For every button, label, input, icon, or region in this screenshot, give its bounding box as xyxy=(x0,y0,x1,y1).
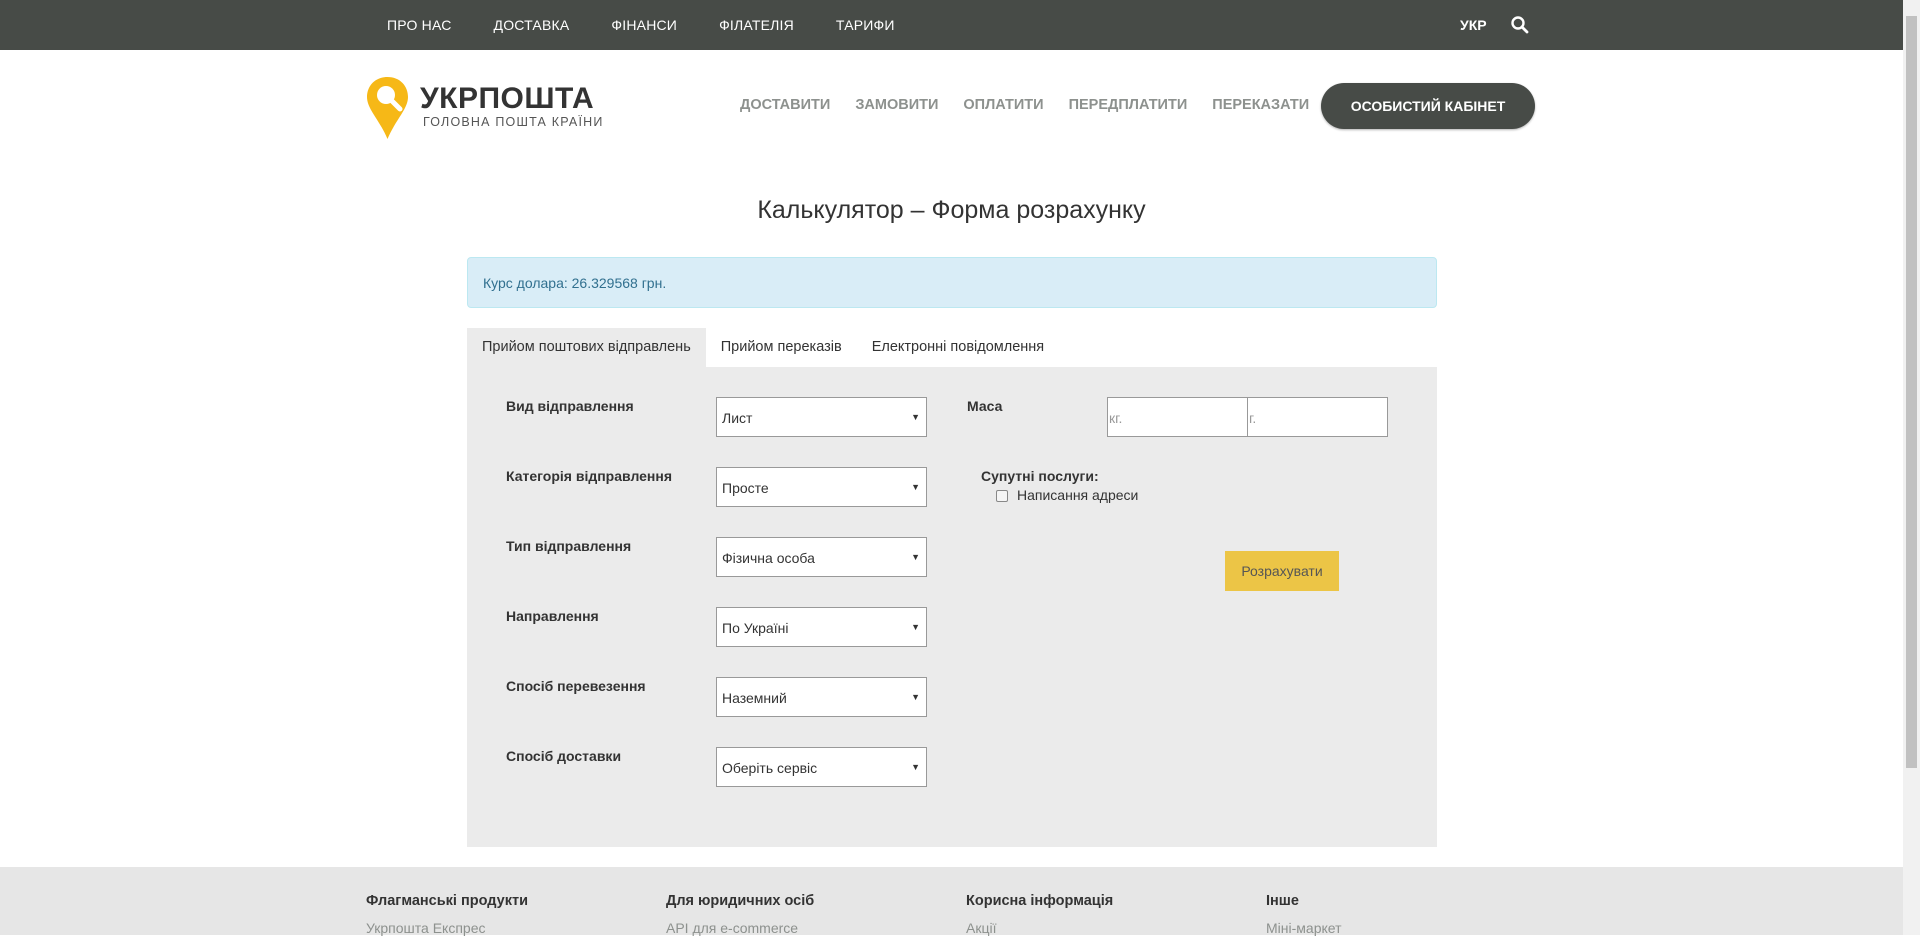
delivery-method-label: Спосіб доставки xyxy=(506,748,622,764)
page-title: Калькулятор – Форма розрахунку xyxy=(757,196,1146,224)
main-nav: ДОСТАВИТИ ЗАМОВИТИ ОПЛАТИТИ ПЕРЕДПЛАТИТИ… xyxy=(740,97,1334,113)
footer-link[interactable]: Акції xyxy=(966,920,1113,936)
footer: Флагманські продукти Укрпошта Експрес Дл… xyxy=(0,867,1903,936)
transport-method-label: Спосіб перевезення xyxy=(506,678,646,694)
related-services-label: Супутні послуги: xyxy=(981,468,1099,484)
calculator-tabs: Прийом поштових відправлень Прийом перек… xyxy=(467,328,1059,367)
direction-value: По Україні xyxy=(722,620,789,636)
address-writing-label: Написання адреси xyxy=(1017,487,1139,503)
footer-col-title: Інше xyxy=(1266,893,1299,909)
shipment-type-value: Фізична особа xyxy=(722,550,815,566)
form-panel: Вид відправлення Лист ▼ Категорія відпра… xyxy=(467,367,1437,847)
scrollbar-thumb[interactable] xyxy=(1906,16,1917,768)
top-nav: ПРО НАС ДОСТАВКА ФІНАНСИ ФІЛАТЕЛІЯ ТАРИФ… xyxy=(387,0,937,50)
footer-col-flagship: Флагманські продукти Укрпошта Експрес xyxy=(366,893,528,936)
main-nav-pay[interactable]: ОПЛАТИТИ xyxy=(963,97,1043,113)
footer-link[interactable]: Укрпошта Експрес xyxy=(366,920,528,936)
shipment-kind-select[interactable]: Лист ▼ xyxy=(716,397,927,437)
top-nav-delivery[interactable]: ДОСТАВКА xyxy=(494,17,570,33)
footer-col-useful-info: Корисна інформація Акції xyxy=(966,893,1113,936)
shipment-category-value: Просте xyxy=(722,480,769,496)
chevron-down-icon: ▼ xyxy=(911,622,920,632)
logo-tagline: ГОЛОВНА ПОШТА КРАЇНИ xyxy=(423,115,604,129)
main-nav-transfer[interactable]: ПЕРЕКАЗАТИ xyxy=(1212,97,1309,113)
footer-col-title: Для юридичних осіб xyxy=(666,893,815,909)
transport-method-value: Наземний xyxy=(722,690,787,706)
direction-label: Направлення xyxy=(506,608,599,624)
logo[interactable]: УКРПОШТА ГОЛОВНА ПОШТА КРАЇНИ xyxy=(365,75,605,141)
chevron-down-icon: ▼ xyxy=(911,692,920,702)
logo-name: УКРПОШТА xyxy=(420,82,595,115)
tab-transfers[interactable]: Прийом переказів xyxy=(706,328,857,367)
shipment-kind-label: Вид відправлення xyxy=(506,398,634,414)
shipment-type-label: Тип відправлення xyxy=(506,538,632,554)
main-nav-deliver[interactable]: ДОСТАВИТИ xyxy=(740,97,830,113)
top-nav-about[interactable]: ПРО НАС xyxy=(387,17,452,33)
footer-col-title: Флагманські продукти xyxy=(366,893,528,909)
footer-link[interactable]: Міні-маркет xyxy=(1266,920,1342,936)
address-writing-checkbox[interactable] xyxy=(996,490,1008,502)
main-nav-subscribe[interactable]: ПЕРЕДПЛАТИТИ xyxy=(1069,97,1188,113)
exchange-rate-alert: Курс долара: 26.329568 грн. xyxy=(467,257,1437,308)
top-bar: ПРО НАС ДОСТАВКА ФІНАНСИ ФІЛАТЕЛІЯ ТАРИФ… xyxy=(0,0,1903,50)
logo-pin-icon xyxy=(367,77,408,139)
transport-method-select[interactable]: Наземний ▼ xyxy=(716,677,927,717)
chevron-down-icon: ▼ xyxy=(911,482,920,492)
top-nav-finance[interactable]: ФІНАНСИ xyxy=(611,17,677,33)
top-nav-tariffs[interactable]: ТАРИФИ xyxy=(836,17,895,33)
main-nav-order[interactable]: ЗАМОВИТИ xyxy=(855,97,938,113)
mass-label: Маса xyxy=(967,398,1003,414)
direction-select[interactable]: По Україні ▼ xyxy=(716,607,927,647)
shipment-category-label: Категорія відправлення xyxy=(506,468,673,484)
chevron-down-icon: ▼ xyxy=(911,762,920,772)
calculate-button[interactable]: Розрахувати xyxy=(1225,551,1339,591)
shipment-kind-value: Лист xyxy=(722,410,753,426)
tab-electronic-messages[interactable]: Електронні повідомлення xyxy=(857,328,1059,367)
mass-g-input[interactable]: г. xyxy=(1247,397,1388,437)
chevron-down-icon: ▼ xyxy=(911,552,920,562)
tab-postal-items[interactable]: Прийом поштових відправлень xyxy=(467,328,706,367)
search-icon[interactable] xyxy=(1510,15,1530,35)
delivery-method-value: Оберіть сервіс xyxy=(722,760,818,776)
footer-col-title: Корисна інформація xyxy=(966,893,1114,909)
footer-col-business: Для юридичних осіб API для e-commerce xyxy=(666,893,814,936)
chevron-down-icon: ▼ xyxy=(911,412,920,422)
footer-link[interactable]: API для e-commerce xyxy=(666,920,814,936)
shipment-category-select[interactable]: Просте ▼ xyxy=(716,467,927,507)
delivery-method-select[interactable]: Оберіть сервіс ▼ xyxy=(716,747,927,787)
mass-kg-input[interactable]: кг. xyxy=(1107,397,1248,437)
footer-col-other: Інше Міні-маркет xyxy=(1266,893,1342,936)
top-nav-philately[interactable]: ФІЛАТЕЛІЯ xyxy=(719,17,794,33)
shipment-type-select[interactable]: Фізична особа ▼ xyxy=(716,537,927,577)
personal-cabinet-button[interactable]: ОСОБИСТИЙ КАБІНЕТ xyxy=(1321,83,1535,129)
language-switch[interactable]: УКР xyxy=(1460,17,1487,33)
